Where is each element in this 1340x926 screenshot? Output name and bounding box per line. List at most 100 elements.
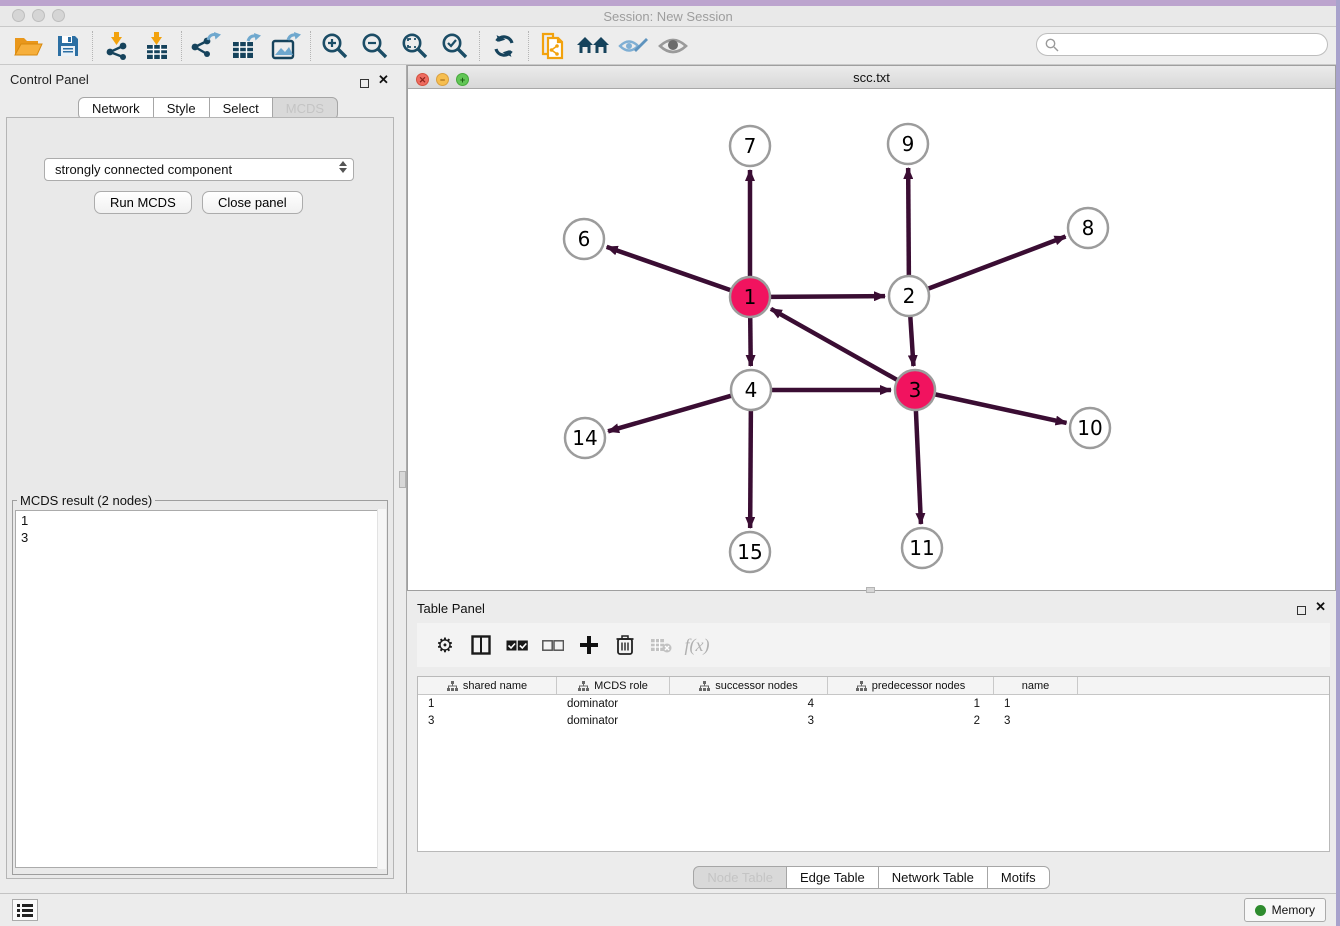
clone-network-icon [539,32,567,60]
hierarchy-icon [578,681,589,691]
table-cell[interactable]: 2 [828,712,994,729]
toolbar-separator [310,31,311,61]
table-cell[interactable]: 3 [418,712,557,729]
table-cell[interactable]: dominator [557,712,670,729]
edge-4-14[interactable] [608,396,732,432]
node-9[interactable]: 9 [888,124,928,164]
select-all-columns-button[interactable] [499,628,535,662]
criterion-dropdown[interactable]: strongly connected component [44,158,354,181]
open-session-button[interactable] [8,30,48,62]
save-icon [56,34,80,58]
network-resize-handle[interactable] [866,587,875,593]
clone-network-button[interactable] [533,30,573,62]
table-row[interactable]: 1dominator411 [418,695,1329,712]
table-header-row: shared name MCDS role successor nodes prede… [418,677,1329,695]
column-header-predecessor-nodes[interactable]: predecessor nodes [828,677,994,694]
run-mcds-button[interactable]: Run MCDS [94,191,192,214]
table-cell[interactable]: dominator [557,695,670,712]
import-table-button[interactable] [137,30,177,62]
refresh-button[interactable] [484,30,524,62]
show-columns-button[interactable] [463,628,499,662]
table-cell[interactable]: 4 [670,695,828,712]
node-1[interactable]: 1 [730,277,770,317]
zoom-fit-button[interactable] [395,30,435,62]
table-cell[interactable]: 1 [828,695,994,712]
import-network-button[interactable] [97,30,137,62]
table-cell[interactable]: 1 [418,695,557,712]
column-header-shared-name[interactable]: shared name [418,677,557,694]
task-history-button[interactable] [12,899,38,921]
column-label: successor nodes [715,680,798,692]
delete-column-button[interactable] [607,628,643,662]
edge-2-8[interactable] [928,237,1066,289]
tab-node-table[interactable]: Node Table [693,866,787,889]
column-label: shared name [463,680,527,692]
node-6[interactable]: 6 [564,219,604,259]
zoom-fit-icon [401,32,429,60]
splitter-handle[interactable] [399,471,406,488]
node-table[interactable]: shared name MCDS role successor nodes prede… [417,676,1330,852]
node-14[interactable]: 14 [565,418,605,458]
node-15[interactable]: 15 [730,532,770,572]
edge-1-2[interactable] [770,296,885,297]
tab-network-table[interactable]: Network Table [878,866,988,889]
home-layout-button[interactable] [573,30,613,62]
edge-3-11[interactable] [916,410,921,524]
table-cell[interactable]: 1 [994,695,1078,712]
node-2[interactable]: 2 [889,276,929,316]
node-8[interactable]: 8 [1068,208,1108,248]
memory-button[interactable]: Memory [1244,898,1326,922]
table-panel-close-button[interactable]: ✕ [1315,601,1326,612]
edge-3-10[interactable] [935,394,1067,423]
table-body: 1dominator4113dominator323 [418,695,1329,729]
show-all-button[interactable] [653,30,693,62]
network-graph[interactable]: 7 9 6 8 1 2 4 3 14 10 15 11 [408,89,1335,590]
node-7[interactable]: 7 [730,126,770,166]
checked-boxes-icon [506,640,528,651]
control-panel-close-button[interactable]: ✕ [378,74,389,85]
add-column-button[interactable] [571,628,607,662]
search-input[interactable] [1036,33,1328,56]
deselect-all-columns-button[interactable] [535,628,571,662]
close-panel-button[interactable]: Close panel [202,191,303,214]
fx-icon: f(x) [685,635,710,656]
edge-2-9[interactable] [908,168,909,276]
export-image-button[interactable] [266,30,306,62]
zoom-selected-button[interactable] [435,30,475,62]
edge-3-1[interactable] [771,309,898,380]
table-panel-float-button[interactable] [1297,602,1306,620]
edge-1-6[interactable] [607,247,731,290]
function-builder-button[interactable]: f(x) [679,628,715,662]
network-canvas[interactable]: 7 9 6 8 1 2 4 3 14 10 15 11 [408,89,1335,590]
table-cell[interactable]: 3 [994,712,1078,729]
zoom-in-button[interactable] [315,30,355,62]
control-panel-float-button[interactable] [360,75,369,93]
table-settings-button[interactable]: ⚙ [427,628,463,662]
node-4[interactable]: 4 [731,370,771,410]
node-11[interactable]: 11 [902,528,942,568]
svg-text:6: 6 [578,227,591,251]
column-header-name[interactable]: name [994,677,1078,694]
node-10[interactable]: 10 [1070,408,1110,448]
zoom-out-button[interactable] [355,30,395,62]
save-session-button[interactable] [48,30,88,62]
column-header-MCDS-role[interactable]: MCDS role [557,677,670,694]
svg-text:7: 7 [744,134,757,158]
node-3[interactable]: 3 [895,370,935,410]
export-table-button[interactable] [226,30,266,62]
hide-selected-button[interactable] [613,30,653,62]
export-network-button[interactable] [186,30,226,62]
tab-motifs[interactable]: Motifs [987,866,1050,889]
zoom-in-icon [321,32,349,60]
result-scrollbar[interactable] [377,509,386,869]
edge-1-4[interactable] [750,317,751,366]
svg-text:9: 9 [902,132,915,156]
tab-edge-table[interactable]: Edge Table [786,866,879,889]
edge-4-15[interactable] [750,410,751,528]
table-cell[interactable]: 3 [670,712,828,729]
delete-table-button[interactable] [643,628,679,662]
table-row[interactable]: 3dominator323 [418,712,1329,729]
column-header-successor-nodes[interactable]: successor nodes [670,677,828,694]
mcds-result-text[interactable]: 13 [15,510,385,868]
edge-2-3[interactable] [910,316,913,366]
